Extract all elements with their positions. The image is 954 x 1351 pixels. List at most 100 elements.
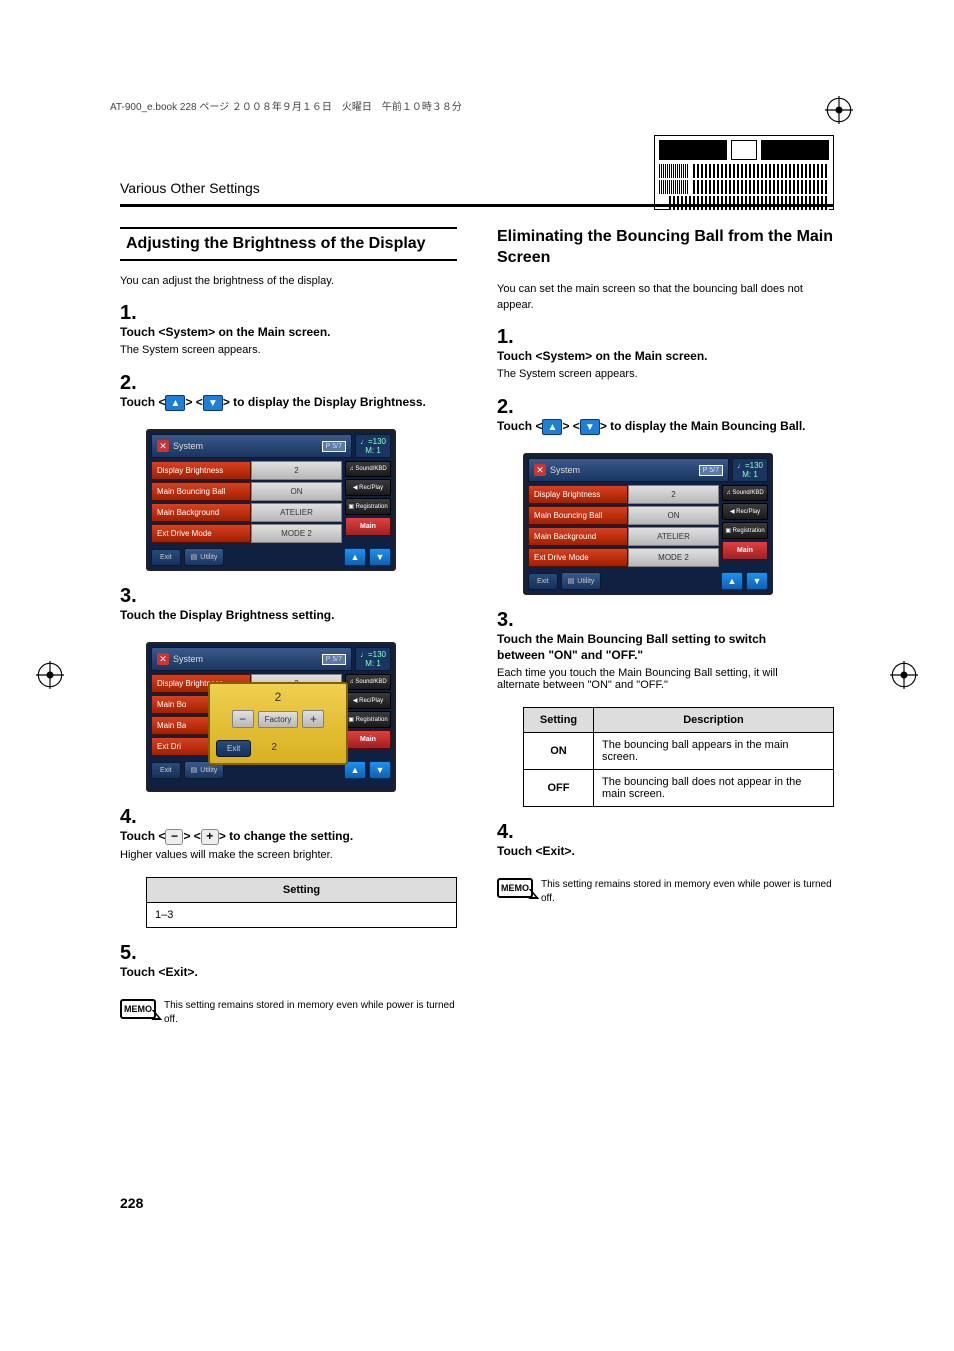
page-indicator: P 5/7 xyxy=(322,654,346,665)
param-value[interactable]: ATELIER xyxy=(628,527,719,546)
text: > to change the setting. xyxy=(219,829,353,843)
registration-button[interactable]: ▣ Registration xyxy=(722,522,768,539)
intro-text: You can set the main screen so that the … xyxy=(497,281,834,314)
text: Touch < xyxy=(120,395,165,409)
param-label: Main Bouncing Ball xyxy=(151,482,251,501)
minus-button[interactable]: − xyxy=(232,710,254,728)
table-header: Setting xyxy=(147,878,457,903)
exit-button[interactable]: Exit xyxy=(151,762,181,779)
step-title: Touch <▲> <▼> to display the Main Bounci… xyxy=(497,419,808,435)
text: > < xyxy=(562,419,579,433)
page-down-button[interactable]: ▼ xyxy=(369,548,391,566)
rec-play-button[interactable]: ◀ Rec/Play xyxy=(345,479,391,496)
step-number: 5. xyxy=(120,942,142,965)
minus-icon: − xyxy=(165,829,183,845)
rec-play-button[interactable]: ◀ Rec/Play xyxy=(722,503,768,520)
print-header: AT-900_e.book 228 ページ ２００８年９月１６日 火曜日 午前１… xyxy=(110,98,462,113)
main-button[interactable]: Main xyxy=(722,541,768,560)
page-number: 228 xyxy=(120,1195,143,1211)
page-up-button[interactable]: ▲ xyxy=(721,572,743,590)
chapter-title: Various Other Settings xyxy=(120,180,834,196)
on-off-table: Setting Description ON The bouncing ball… xyxy=(523,707,834,807)
tempo-indicator: ♩=130 M: 1 xyxy=(355,647,391,671)
param-value[interactable]: MODE 2 xyxy=(251,524,342,543)
param-value[interactable]: 2 xyxy=(251,461,342,480)
window-title: System xyxy=(550,465,580,475)
table-header: Setting xyxy=(524,708,594,733)
tempo-value: ♩=130 xyxy=(735,461,765,470)
close-icon[interactable]: ✕ xyxy=(157,653,169,665)
text: > < xyxy=(185,395,202,409)
sound-kbd-button[interactable]: ♫ Sound/KBD xyxy=(345,461,391,477)
sound-kbd-button[interactable]: ♫ Sound/KBD xyxy=(722,485,768,501)
table-cell: The bouncing ball appears in the main sc… xyxy=(594,733,834,770)
crop-target-left-icon xyxy=(35,660,65,690)
measure-value: M: 1 xyxy=(358,659,388,668)
popup-exit-button[interactable]: Exit xyxy=(216,740,251,757)
param-label: Main Bouncing Ball xyxy=(528,506,628,525)
close-icon[interactable]: ✕ xyxy=(534,464,546,476)
table-cell: The bouncing ball does not appear in the… xyxy=(594,770,834,807)
measure-value: M: 1 xyxy=(735,470,765,479)
param-value[interactable]: ON xyxy=(628,506,719,525)
exit-button[interactable]: Exit xyxy=(151,549,181,566)
left-column: Adjusting the Brightness of the Display … xyxy=(120,227,457,1027)
popup-value: 2 xyxy=(216,690,340,704)
step-subtext: The System screen appears. xyxy=(497,368,808,380)
crop-target-top-icon xyxy=(824,95,854,125)
table-cell: 1–3 xyxy=(147,903,457,928)
up-arrow-icon: ▲ xyxy=(165,395,185,411)
step-number: 4. xyxy=(120,806,142,829)
param-value[interactable]: 2 xyxy=(628,485,719,504)
plus-button[interactable]: + xyxy=(302,710,324,728)
factory-button[interactable]: Factory xyxy=(258,711,299,728)
down-arrow-icon: ▼ xyxy=(203,395,223,411)
param-label: Display Brightness xyxy=(528,485,628,504)
memo-icon: MEMO xyxy=(120,999,156,1019)
down-arrow-icon: ▼ xyxy=(580,419,600,435)
system-screen-popup-screenshot: ✕ System P 5/7 ♩=130 M: 1 Display Bright… xyxy=(146,642,396,792)
sound-kbd-button[interactable]: ♫ Sound/KBD xyxy=(345,674,391,690)
main-button[interactable]: Main xyxy=(345,730,391,749)
utility-label: Utility xyxy=(577,578,594,585)
memo-icon: MEMO xyxy=(497,878,533,898)
rec-play-button[interactable]: ◀ Rec/Play xyxy=(345,692,391,709)
up-arrow-icon: ▲ xyxy=(542,419,562,435)
step-title: Touch <Exit>. xyxy=(497,844,808,860)
utility-button[interactable]: ▤Utility xyxy=(184,548,225,566)
step-subtext: The System screen appears. xyxy=(120,344,431,356)
exit-button[interactable]: Exit xyxy=(528,573,558,590)
step-number: 3. xyxy=(497,609,519,632)
main-button[interactable]: Main xyxy=(345,517,391,536)
page-down-button[interactable]: ▼ xyxy=(746,572,768,590)
page-down-button[interactable]: ▼ xyxy=(369,761,391,779)
registration-button[interactable]: ▣ Registration xyxy=(345,498,391,515)
text: Touch < xyxy=(497,419,542,433)
step-title: Touch <Exit>. xyxy=(120,965,431,981)
plus-icon: + xyxy=(201,829,219,845)
step-title: Touch <▲> <▼> to display the Display Bri… xyxy=(120,395,431,411)
system-screen-screenshot: ✕ System P 5/7 ♩=130 M: 1 Display Bright… xyxy=(146,429,396,571)
popup-value-2: 2 xyxy=(271,742,277,753)
close-icon[interactable]: ✕ xyxy=(157,440,169,452)
param-value[interactable]: MODE 2 xyxy=(628,548,719,567)
measure-value: M: 1 xyxy=(358,446,388,455)
page-up-button[interactable]: ▲ xyxy=(344,548,366,566)
table-header: Description xyxy=(594,708,834,733)
step-number: 2. xyxy=(497,396,519,419)
param-value[interactable]: ON xyxy=(251,482,342,501)
step-title: Touch the Main Bouncing Ball setting to … xyxy=(497,632,808,663)
param-value[interactable]: ATELIER xyxy=(251,503,342,522)
registration-button[interactable]: ▣ Registration xyxy=(345,711,391,728)
step-title: Touch <−> <+> to change the setting. xyxy=(120,829,431,845)
right-column: Eliminating the Bouncing Ball from the M… xyxy=(497,227,834,1027)
text: Touch < xyxy=(120,829,165,843)
tempo-indicator: ♩=130 M: 1 xyxy=(732,458,768,482)
step-title: Touch <System> on the Main screen. xyxy=(120,325,431,341)
setting-table: Setting 1–3 xyxy=(146,877,457,928)
utility-button[interactable]: ▤Utility xyxy=(561,572,602,590)
step-subtext: Each time you touch the Main Bouncing Ba… xyxy=(497,667,808,691)
tempo-indicator: ♩=130 M: 1 xyxy=(355,434,391,458)
value-popup: 2 − Factory + Exit 2 xyxy=(208,682,348,765)
system-screen-screenshot: ✕ System P 5/7 ♩=130 M: 1 Display Bright… xyxy=(523,453,773,595)
